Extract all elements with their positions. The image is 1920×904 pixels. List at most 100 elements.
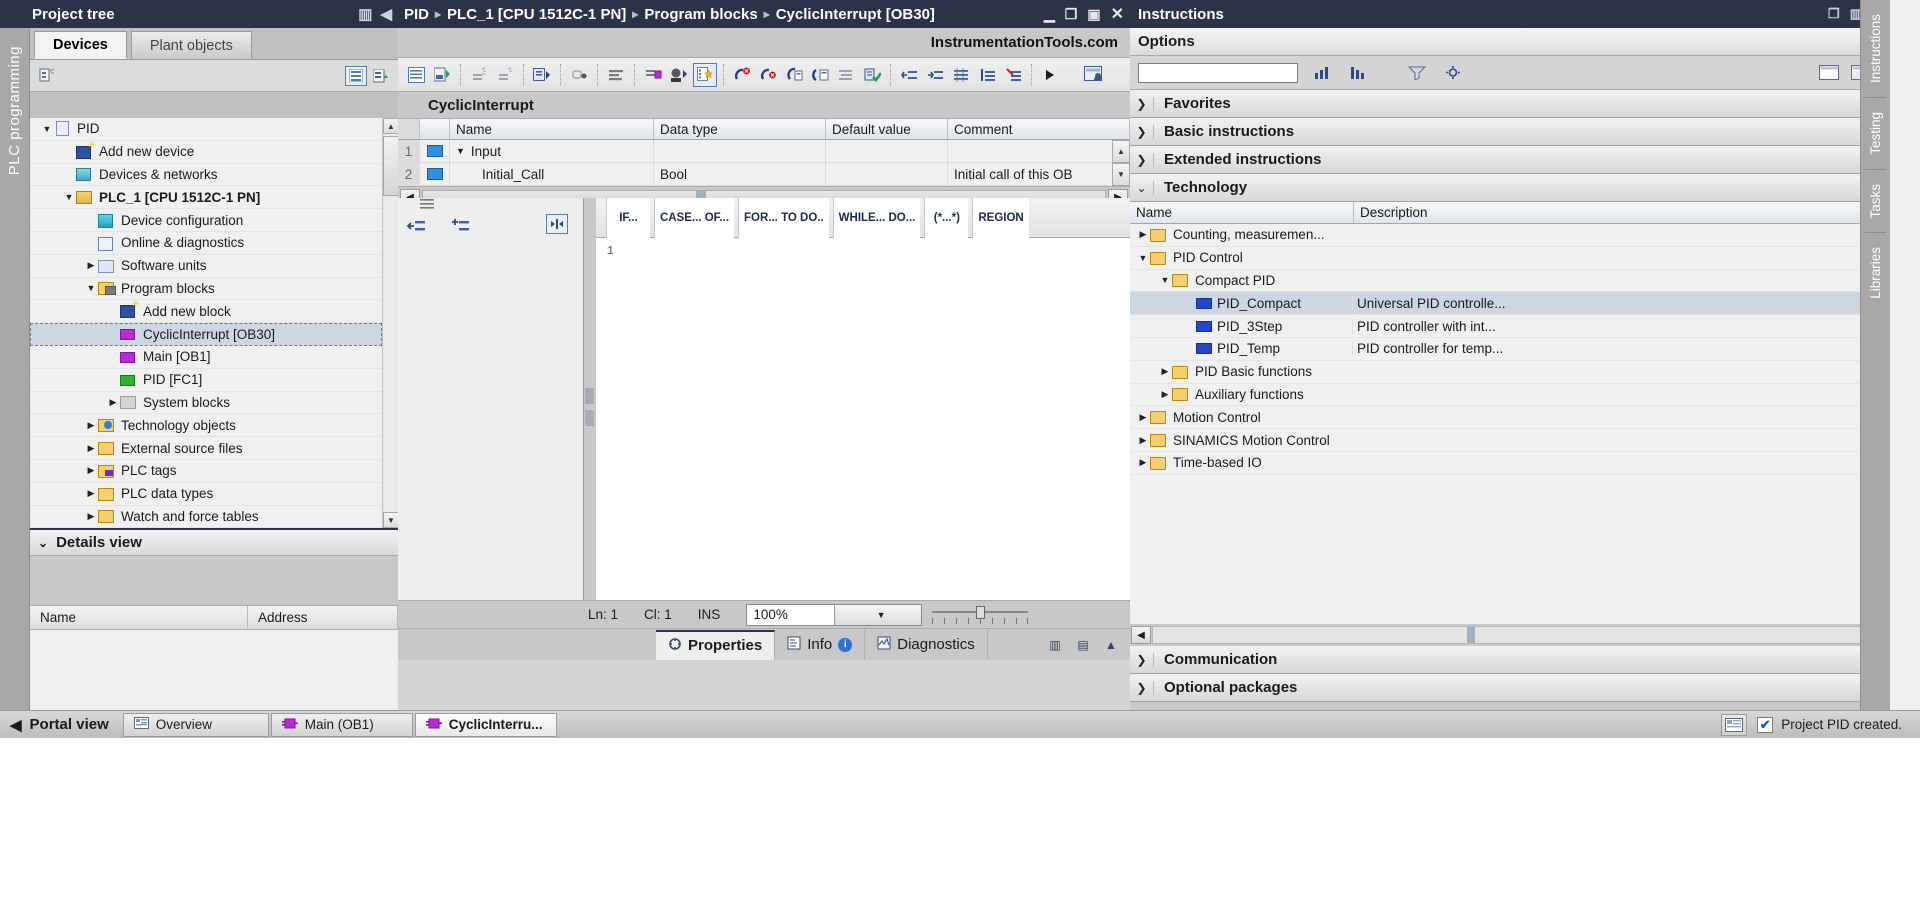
chevron-down-icon[interactable]: ▼: [833, 604, 922, 625]
section-communication[interactable]: ❯ Communication: [1130, 646, 1890, 674]
update-inconsistent-calls-icon[interactable]: [782, 63, 806, 87]
tree-item-add-new-block[interactable]: Add new block: [30, 300, 382, 324]
maximize-icon[interactable]: ▣: [1087, 6, 1100, 23]
tab-devices[interactable]: Devices: [34, 31, 127, 59]
zoom-slider[interactable]: [932, 605, 1029, 624]
expand-arrow-right-icon[interactable]: ▶: [1158, 389, 1172, 400]
interface-name-cell[interactable]: ▼ Input: [450, 140, 654, 162]
instruction-item-pid-temp[interactable]: PID_Temp PID controller for temp...: [1130, 338, 1890, 361]
instructions-scroll-left[interactable]: ◀: [1131, 626, 1151, 644]
portal-view-button[interactable]: ◀ Portal view: [0, 716, 123, 734]
filter-icon[interactable]: [1406, 63, 1428, 83]
favorites-toggle-icon[interactable]: [693, 62, 717, 87]
dock-icon[interactable]: ▥: [358, 5, 372, 23]
vtab-testing[interactable]: Testing: [1868, 112, 1883, 155]
tree-item-system-blocks[interactable]: ▶ System blocks: [30, 392, 382, 415]
expand-arrow-down-icon[interactable]: ▼: [1158, 275, 1172, 285]
tree-item-device-configuration[interactable]: Device configuration: [30, 209, 382, 232]
expand-arrow-right-icon[interactable]: ▶: [84, 260, 98, 271]
splitter-handle-upper[interactable]: [585, 388, 594, 404]
interface-default-cell[interactable]: [826, 163, 948, 185]
breadcrumb-item-block[interactable]: CyclicInterrupt [OB30]: [776, 6, 935, 23]
tree-item-online-diagnostics[interactable]: Online & diagnostics: [30, 232, 382, 255]
dock-panel-icon[interactable]: ▥: [1044, 635, 1066, 655]
instruction-item-motion-control[interactable]: ▶ Motion Control: [1130, 406, 1890, 430]
instruction-item-counting-measuremen[interactable]: ▶ Counting, measuremen...: [1130, 224, 1890, 247]
scroll-up-arrow[interactable]: ▲: [383, 118, 399, 134]
outdent-icon[interactable]: [897, 63, 921, 87]
search-input[interactable]: [1138, 62, 1298, 83]
interface-datatype-cell[interactable]: [654, 140, 826, 162]
breadcrumb-item-project[interactable]: PID: [404, 6, 429, 23]
expand-arrow-right-icon[interactable]: ▶: [106, 397, 120, 408]
zoom-combobox[interactable]: 100% ▼: [746, 603, 923, 626]
tree-item-plc-data-types[interactable]: ▶ PLC data types: [30, 483, 382, 506]
section-basic-instructions[interactable]: ❯ Basic instructions: [1130, 118, 1890, 146]
delete-bookmarks-icon[interactable]: [1001, 63, 1025, 87]
expand-arrow-down-icon[interactable]: ▼: [62, 192, 76, 202]
instruction-item-pid-basic-functions[interactable]: ▶ PID Basic functions: [1130, 361, 1890, 384]
instructions-horizontal-scrollbar[interactable]: ◀ ▶: [1130, 624, 1890, 646]
expand-arrow-right-icon[interactable]: ▶: [1158, 366, 1172, 377]
tree-item-devices-networks[interactable]: Devices & networks: [30, 164, 382, 187]
keyword-for[interactable]: FOR... TO DO..: [738, 197, 829, 238]
breadcrumb-item-plc[interactable]: PLC_1 [CPU 1512C-1 PN]: [447, 6, 626, 23]
breadcrumb-item-program-blocks[interactable]: Program blocks: [644, 6, 757, 23]
panel-view-1-icon[interactable]: [1818, 63, 1840, 83]
download-to-device-icon[interactable]: [430, 63, 454, 87]
settings-icon[interactable]: [1442, 63, 1464, 83]
chevron-right-icon[interactable]: ❯: [1130, 124, 1154, 139]
collapse-tree-icon[interactable]: [36, 66, 58, 86]
interface-comment-cell[interactable]: [948, 140, 1130, 162]
section-optional-packages[interactable]: ❯ Optional packages: [1130, 674, 1890, 702]
details-view-header[interactable]: ⌄ Details view: [30, 530, 398, 556]
dock-icon[interactable]: ❐: [1828, 6, 1840, 22]
expand-arrow-icon[interactable]: ▼: [456, 146, 465, 156]
taskbar-item-main[interactable]: Main (OB1): [270, 712, 413, 737]
tree-item-technology-objects[interactable]: ▶ Technology objects: [30, 414, 382, 438]
chevron-right-icon[interactable]: ❯: [1130, 652, 1154, 667]
tree-item-pid-fc1[interactable]: PID [FC1]: [30, 369, 382, 392]
tree-item-external-source-files[interactable]: ▶ External source files: [30, 437, 382, 460]
bookmark-icon[interactable]: [975, 63, 999, 87]
keyword-comment[interactable]: (*...*): [924, 197, 969, 238]
vtab-tasks[interactable]: Tasks: [1868, 184, 1883, 219]
tree-item-add-new-device[interactable]: Add new device: [30, 141, 382, 164]
expand-arrow-right-icon[interactable]: ▶: [84, 443, 98, 454]
update-block-call-icon[interactable]: [808, 63, 832, 87]
tree-item-main-ob1[interactable]: Main [OB1]: [30, 346, 382, 369]
tree-item-watch-and-force-tables[interactable]: ▶ Watch and force tables: [30, 506, 382, 528]
chevron-right-icon[interactable]: ❯: [1130, 680, 1154, 695]
tree-view-icon[interactable]: [370, 66, 392, 86]
expand-arrow-right-icon[interactable]: ▶: [1136, 229, 1150, 240]
collapse-panel-icon[interactable]: ▤: [1072, 635, 1094, 655]
instructions-options-header[interactable]: Options: [1130, 28, 1890, 56]
expand-arrow-right-icon[interactable]: ▶: [84, 420, 98, 431]
expand-arrow-right-icon[interactable]: ▶: [84, 511, 98, 522]
expand-arrow-right-icon[interactable]: ▶: [1136, 457, 1150, 468]
interface-datatype-cell[interactable]: Bool: [654, 163, 826, 185]
tree-item-cyclicinterrupt-ob30[interactable]: CyclicInterrupt [OB30]: [30, 323, 382, 346]
instruction-item-sinamics-motion-control[interactable]: ▶ SINAMICS Motion Control: [1130, 429, 1890, 452]
interface-scroll-down[interactable]: ▼: [1112, 163, 1130, 186]
insert-network-icon[interactable]: [467, 63, 491, 87]
splitter-handle-lower[interactable]: [585, 410, 594, 426]
expand-arrow-right-icon[interactable]: ▶: [84, 465, 98, 476]
instructions-tree[interactable]: ▶ Counting, measuremen... ▼ PID Control ▼ Com…: [1130, 224, 1890, 624]
keyword-region[interactable]: REGION: [972, 197, 1029, 238]
tab-properties[interactable]: Properties: [656, 629, 776, 660]
indent-icon[interactable]: [923, 63, 947, 87]
chevron-down-icon[interactable]: ⌄: [1130, 180, 1154, 195]
tree-item-program-blocks[interactable]: ▼ Program blocks: [30, 278, 382, 301]
expand-arrow-down-icon[interactable]: ▼: [84, 283, 98, 293]
expand-arrow-down-icon[interactable]: ▼: [1136, 253, 1150, 263]
restore-icon[interactable]: ❐: [1065, 6, 1078, 23]
status-overview-icon[interactable]: [1721, 713, 1748, 736]
delete-network-icon[interactable]: [493, 63, 517, 87]
tab-plant-objects[interactable]: Plant objects: [130, 31, 252, 59]
tree-item-pid[interactable]: ▼ PID: [30, 118, 382, 141]
sort-descending-icon[interactable]: [1348, 63, 1370, 83]
scroll-down-arrow[interactable]: ▼: [383, 512, 399, 528]
table-row[interactable]: 1 ▼ Input: [398, 140, 1130, 163]
keyword-case[interactable]: CASE... OF...: [654, 197, 735, 238]
